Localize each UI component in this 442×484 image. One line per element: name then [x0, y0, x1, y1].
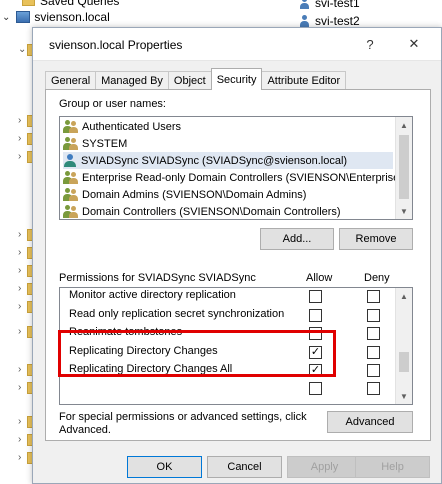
- saved-queries-label: Saved Queries: [40, 0, 120, 8]
- tab-managed-by[interactable]: Managed By: [95, 71, 169, 90]
- principal-name: Enterprise Read-only Domain Controllers …: [82, 171, 409, 184]
- permission-row-partial: [60, 379, 396, 397]
- principal-name: SYSTEM: [82, 137, 128, 150]
- permission-name: Read only replication secret synchroniza…: [69, 308, 285, 320]
- special-permissions-text: For special permissions or advanced sett…: [59, 411, 307, 423]
- tab-strip: General Managed By Object Security Attri…: [45, 68, 347, 90]
- cancel-button[interactable]: Cancel: [207, 456, 282, 478]
- right-item-1[interactable]: svi-test1: [298, 0, 360, 10]
- tab-object[interactable]: Object: [167, 71, 212, 90]
- expand-arrow-icon[interactable]: ⌄: [18, 44, 26, 55]
- collapse-arrow-icon[interactable]: ›: [18, 416, 21, 427]
- domain-node[interactable]: ⌄ svienson.local: [2, 10, 110, 24]
- permission-row: Monitor active directory replication: [60, 288, 396, 305]
- deny-checkbox[interactable]: [367, 327, 380, 340]
- deny-checkbox[interactable]: [367, 364, 380, 377]
- dialog-title: svienson.local Properties: [49, 38, 183, 52]
- help-icon[interactable]: ?: [360, 34, 380, 54]
- scroll-down-icon[interactable]: ▼: [396, 203, 412, 219]
- list-item[interactable]: Authenticated Users: [63, 118, 393, 135]
- scroll-up-icon[interactable]: ▲: [396, 288, 412, 304]
- expand-arrow-icon[interactable]: ⌄: [2, 12, 10, 23]
- apply-button[interactable]: Apply: [287, 456, 362, 478]
- principal-name: Domain Controllers (SVIENSON\Domain Cont…: [82, 205, 341, 218]
- collapse-arrow-icon[interactable]: ›: [18, 301, 21, 312]
- advanced-button[interactable]: Advanced: [327, 411, 413, 433]
- help-button[interactable]: Help: [355, 456, 430, 478]
- collapse-arrow-icon[interactable]: ›: [18, 326, 21, 337]
- right-item-2[interactable]: svi-test2: [298, 14, 360, 28]
- group-label: Group or user names:: [59, 98, 166, 110]
- allow-header: Allow: [306, 272, 333, 284]
- remove-button[interactable]: Remove: [339, 228, 413, 250]
- tab-attribute-editor[interactable]: Attribute Editor: [261, 71, 347, 90]
- permission-row: Read only replication secret synchroniza…: [60, 306, 396, 324]
- principal-name: Authenticated Users: [82, 120, 182, 133]
- special-permissions-text-2: Advanced.: [59, 424, 111, 436]
- scroll-thumb[interactable]: [399, 135, 409, 199]
- collapse-arrow-icon[interactable]: ›: [18, 247, 21, 258]
- collapse-arrow-icon[interactable]: ›: [18, 434, 21, 445]
- add-button[interactable]: Add...: [260, 228, 334, 250]
- right-item-label: svi-test1: [315, 0, 360, 10]
- list-item-selected[interactable]: SVIADSync SVIADSync (SVIADSync@svienson.…: [63, 152, 393, 169]
- scroll-thumb[interactable]: [399, 352, 409, 372]
- right-item-label: svi-test2: [315, 14, 360, 28]
- list-item[interactable]: Enterprise Read-only Domain Controllers …: [63, 169, 408, 186]
- principal-name: Domain Admins (SVIENSON\Domain Admins): [82, 188, 307, 201]
- close-icon[interactable]: ✕: [404, 34, 424, 54]
- deny-header: Deny: [364, 272, 390, 284]
- principal-name: SVIADSync SVIADSync (SVIADSync@svienson.…: [81, 154, 348, 167]
- permissions-label: Permissions for SVIADSync SVIADSync: [59, 272, 256, 284]
- deny-checkbox[interactable]: [367, 290, 380, 303]
- allow-checkbox[interactable]: [309, 290, 322, 303]
- deny-checkbox[interactable]: [367, 346, 380, 359]
- tab-general[interactable]: General: [45, 71, 97, 90]
- collapse-arrow-icon[interactable]: ›: [18, 452, 21, 463]
- properties-dialog: svienson.local Properties ? ✕ General Ma…: [32, 27, 442, 484]
- principals-list[interactable]: Authenticated Users SYSTEM SVIADSync SVI…: [59, 116, 413, 220]
- group-icon: [63, 171, 79, 184]
- group-icon: [63, 120, 79, 133]
- user-icon: [298, 14, 311, 28]
- saved-queries-node[interactable]: Saved Queries: [22, 0, 119, 8]
- user-icon: [298, 0, 311, 10]
- collapse-arrow-icon[interactable]: ›: [18, 133, 21, 144]
- group-icon: [63, 205, 79, 218]
- permissions-scrollbar[interactable]: ▲ ▼: [395, 288, 412, 404]
- security-tab-panel: Group or user names: Authenticated Users…: [45, 89, 431, 441]
- group-icon: [63, 137, 79, 150]
- title-bar[interactable]: svienson.local Properties ? ✕: [33, 28, 441, 61]
- tab-security[interactable]: Security: [210, 68, 263, 90]
- scroll-up-icon[interactable]: ▲: [396, 117, 412, 133]
- group-icon: [63, 188, 79, 201]
- folder-icon: [22, 0, 35, 6]
- list-item[interactable]: Domain Admins (SVIENSON\Domain Admins): [63, 186, 393, 203]
- list-item[interactable]: Domain Controllers (SVIENSON\Domain Cont…: [63, 203, 393, 219]
- list-item[interactable]: SYSTEM: [63, 135, 393, 152]
- highlight-box: [58, 330, 336, 377]
- deny-checkbox[interactable]: [367, 382, 380, 395]
- user-icon: [63, 154, 77, 167]
- collapse-arrow-icon[interactable]: ›: [18, 283, 21, 294]
- collapse-arrow-icon[interactable]: ›: [18, 151, 21, 162]
- deny-checkbox[interactable]: [367, 309, 380, 322]
- ok-button[interactable]: OK: [127, 456, 202, 478]
- principals-scrollbar[interactable]: ▲ ▼: [395, 117, 412, 219]
- allow-checkbox[interactable]: [309, 309, 322, 322]
- collapse-arrow-icon[interactable]: ›: [18, 382, 21, 393]
- domain-icon: [16, 11, 31, 23]
- collapse-arrow-icon[interactable]: ›: [18, 265, 21, 276]
- allow-checkbox[interactable]: [309, 382, 322, 395]
- permission-name: Monitor active directory replication: [69, 289, 236, 301]
- scroll-down-icon[interactable]: ▼: [396, 388, 412, 404]
- collapse-arrow-icon[interactable]: ›: [18, 364, 21, 375]
- collapse-arrow-icon[interactable]: ›: [18, 115, 21, 126]
- domain-label: svienson.local: [34, 10, 110, 24]
- collapse-arrow-icon[interactable]: ›: [18, 229, 21, 240]
